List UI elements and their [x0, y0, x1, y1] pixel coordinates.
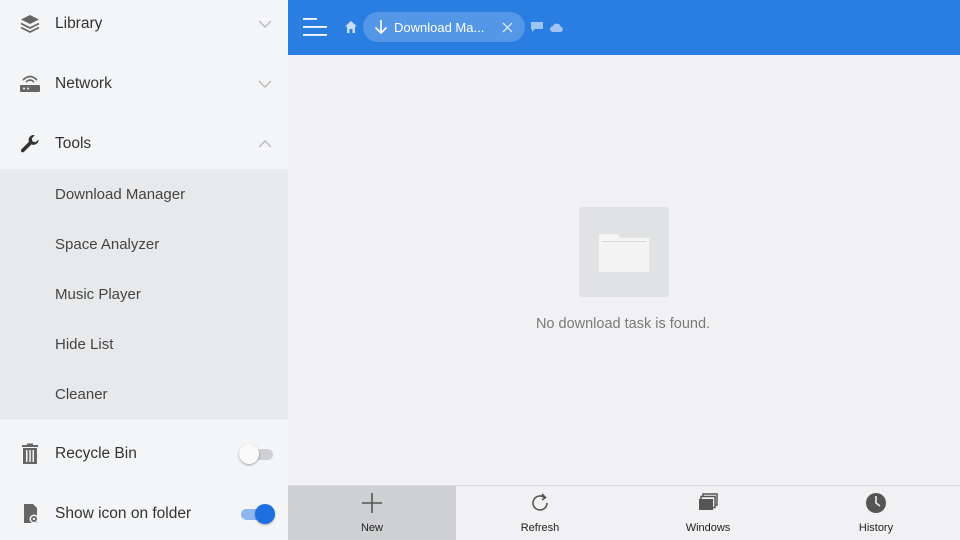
show-icon-label: Show icon on folder	[55, 505, 192, 522]
tab-download-manager[interactable]: Download Ma...	[363, 12, 525, 42]
plus-icon	[362, 493, 382, 513]
windows-icon	[699, 493, 718, 510]
refresh-button[interactable]: Refresh	[456, 486, 624, 540]
empty-state-message: No download task is found.	[535, 316, 711, 332]
sidebar-row-recycle-bin[interactable]: Recycle Bin	[0, 424, 288, 484]
tab-label: Download Ma...	[394, 20, 485, 35]
arrow-down-icon	[374, 20, 388, 35]
tools-item-hide-list[interactable]: Hide List	[0, 319, 288, 369]
tools-item-label: Download Manager	[55, 185, 186, 203]
sidebar-section-tools[interactable]: Tools	[0, 114, 288, 174]
folder-icon	[599, 234, 649, 272]
router-icon	[18, 72, 42, 96]
sidebar-section-library[interactable]: Library	[0, 0, 288, 54]
message-icon[interactable]	[531, 22, 543, 32]
cloud-icon[interactable]	[550, 22, 563, 32]
home-icon[interactable]	[344, 20, 358, 34]
refresh-button-label: Refresh	[520, 522, 560, 534]
wrench-icon	[18, 132, 42, 156]
trash-icon	[18, 442, 42, 466]
tools-item-space-analyzer[interactable]: Space Analyzer	[0, 219, 288, 269]
refresh-icon	[532, 493, 548, 511]
tools-item-label: Space Analyzer	[55, 235, 160, 253]
new-button-label: New	[360, 522, 383, 534]
sidebar-row-show-icon-on-folder[interactable]: Show icon on folder	[0, 484, 288, 540]
sidebar: Library Network Tools Download Manager S…	[0, 0, 288, 540]
history-button[interactable]: History	[792, 486, 960, 540]
tools-item-label: Cleaner	[55, 385, 108, 403]
tools-submenu: Download Manager Space Analyzer Music Pl…	[0, 169, 288, 419]
chevron-up-icon	[258, 140, 272, 148]
recycle-bin-label: Recycle Bin	[55, 445, 137, 462]
tools-item-download-manager[interactable]: Download Manager	[0, 169, 288, 219]
show-icon-toggle[interactable]	[239, 503, 275, 525]
menu-icon[interactable]	[302, 15, 328, 39]
chevron-down-icon	[258, 20, 272, 28]
new-button[interactable]: New	[288, 486, 456, 540]
tools-item-cleaner[interactable]: Cleaner	[0, 369, 288, 419]
clock-icon	[866, 493, 886, 513]
empty-state-illustration	[579, 207, 669, 297]
close-icon[interactable]	[502, 22, 513, 33]
sidebar-section-label: Network	[55, 75, 112, 92]
history-button-label: History	[858, 522, 894, 534]
tools-item-label: Hide List	[55, 335, 114, 353]
bottom-toolbar: New Refresh Windows History	[288, 485, 960, 540]
tools-item-music-player[interactable]: Music Player	[0, 269, 288, 319]
sidebar-section-network[interactable]: Network	[0, 54, 288, 114]
chevron-down-icon	[258, 80, 272, 88]
folder-eye-icon	[18, 502, 42, 526]
sidebar-section-label: Tools	[55, 135, 92, 152]
tools-item-label: Music Player	[55, 285, 141, 303]
layers-icon	[18, 12, 42, 36]
windows-button[interactable]: Windows	[624, 486, 792, 540]
windows-button-label: Windows	[685, 522, 731, 534]
sidebar-section-label: Library	[55, 15, 103, 32]
top-bar: Download Ma...	[288, 0, 960, 55]
recycle-bin-toggle[interactable]	[239, 443, 275, 465]
